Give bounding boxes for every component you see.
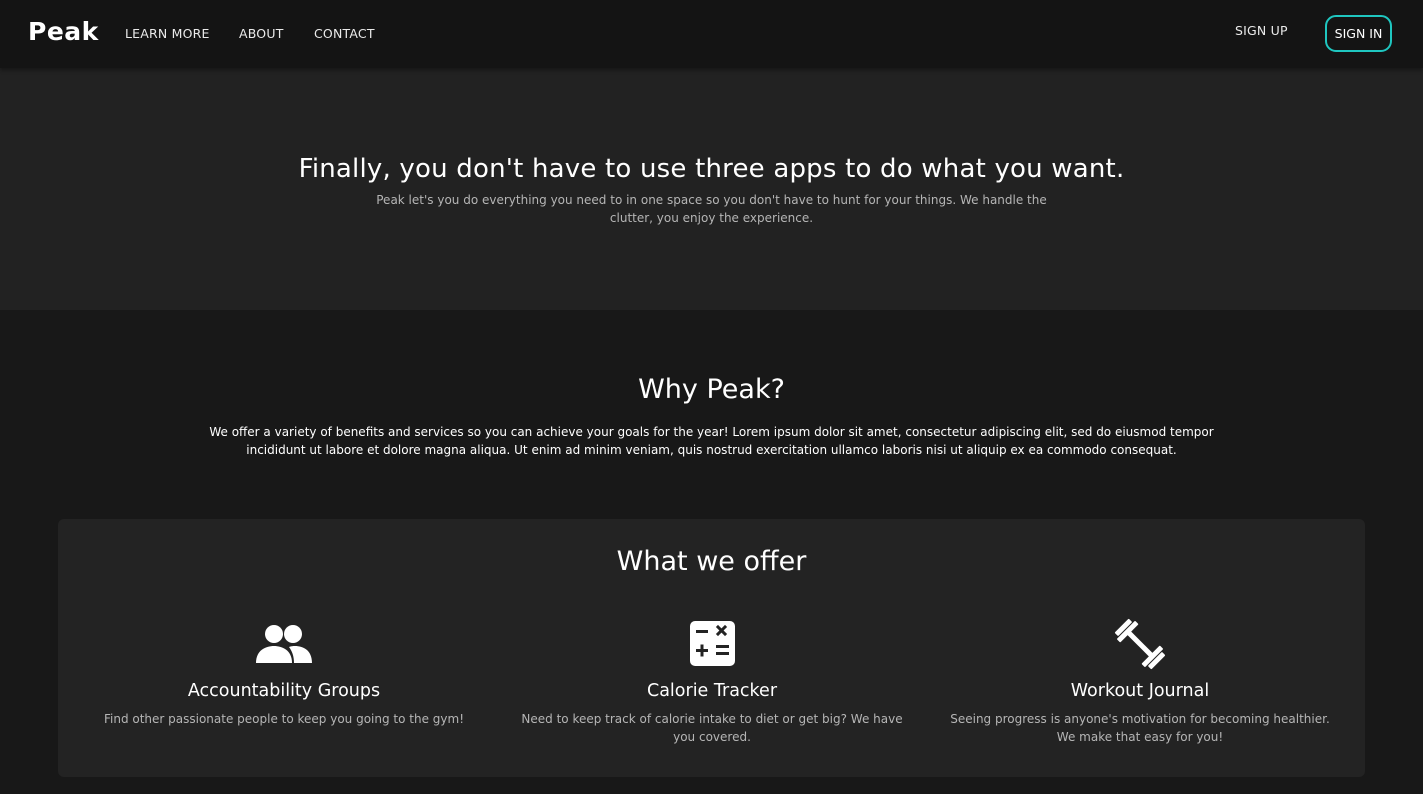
nav-contact-link[interactable]: CONTACT: [314, 26, 375, 41]
group-icon: [256, 625, 312, 663]
calculator-icon: [690, 621, 735, 666]
offer-title: What we offer: [616, 546, 807, 577]
navbar: Peak LEARN MORE ABOUT CONTACT SIGN UP SI…: [0, 0, 1423, 68]
hero-section: Finally, you don't have to use three app…: [0, 68, 1423, 310]
feature-description: Need to keep track of calorie intake to …: [521, 712, 903, 744]
why-title: Why Peak?: [638, 374, 785, 405]
feature-accountability-groups: Accountability Groups Find other passion…: [84, 617, 484, 728]
nav-about-link[interactable]: ABOUT: [239, 26, 284, 41]
nav-learn-more-link[interactable]: LEARN MORE: [125, 26, 210, 41]
hero-title: Finally, you don't have to use three app…: [298, 154, 1125, 184]
feature-description: Seeing progress is anyone's motivation f…: [950, 712, 1330, 744]
feature-description: Find other passionate people to keep you…: [103, 712, 465, 726]
brand-logo[interactable]: Peak: [28, 17, 99, 46]
sign-up-link[interactable]: SIGN UP: [1235, 23, 1288, 38]
why-text: We offer a variety of benefits and servi…: [209, 425, 1214, 457]
feature-calorie-tracker: Calorie Tracker Need to keep track of ca…: [512, 617, 912, 746]
feature-name: Accountability Groups: [187, 681, 381, 701]
sign-in-button[interactable]: SIGN IN: [1325, 15, 1392, 52]
feature-name: Calorie Tracker: [646, 681, 778, 701]
dumbbell-icon: [1114, 618, 1166, 670]
feature-workout-journal: Workout Journal Seeing progress is anyon…: [940, 617, 1340, 746]
hero-subtitle: Peak let's you do everything you need to…: [376, 193, 1047, 225]
offer-card: What we offer Accountability Groups Find…: [58, 519, 1365, 777]
feature-name: Workout Journal: [1070, 681, 1210, 701]
